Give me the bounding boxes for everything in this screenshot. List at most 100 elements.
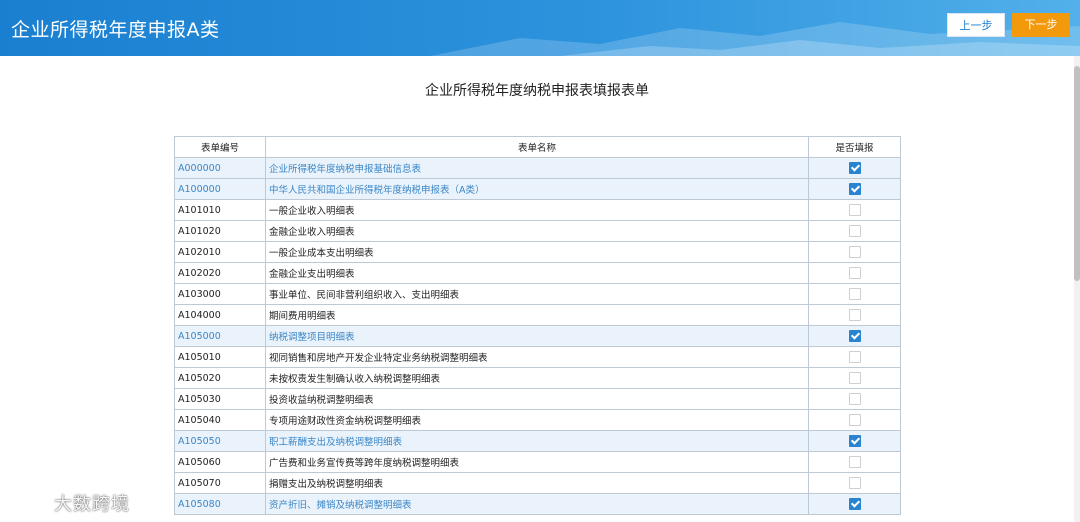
checked-checkbox[interactable] <box>848 162 861 174</box>
previous-step-button[interactable]: 上一步 <box>947 13 1005 37</box>
unchecked-checkbox[interactable] <box>848 225 861 237</box>
fill-status-cell <box>808 157 901 179</box>
table-row[interactable]: A105010 视同销售和房地产开发企业特定业务纳税调整明细表 <box>174 346 901 368</box>
form-name-cell: 金融企业收入明细表 <box>265 220 809 242</box>
table-row[interactable]: A102010 一般企业成本支出明细表 <box>174 241 901 263</box>
fill-status-cell <box>808 346 901 368</box>
table-row[interactable]: A102020 金融企业支出明细表 <box>174 262 901 284</box>
table-row[interactable]: A105060 广告费和业务宣传费等跨年度纳税调整明细表 <box>174 451 901 473</box>
fill-status-cell <box>808 367 901 389</box>
form-name-cell: 事业单位、民间非营利组织收入、支出明细表 <box>265 283 809 305</box>
checked-checkbox[interactable] <box>848 330 861 342</box>
fill-status-cell <box>808 430 901 452</box>
form-code-cell: A101020 <box>174 220 266 242</box>
app-title: 企业所得税年度申报A类 <box>11 19 220 41</box>
form-code-cell: A105020 <box>174 367 266 389</box>
fill-status-cell <box>808 451 901 473</box>
form-code-cell: A105030 <box>174 388 266 410</box>
fill-status-cell <box>808 472 901 494</box>
form-code-cell: A104000 <box>174 304 266 326</box>
checked-checkbox[interactable] <box>848 498 861 510</box>
form-name-cell: 广告费和业务宣传费等跨年度纳税调整明细表 <box>265 451 809 473</box>
watermark-logo-icon <box>10 497 46 514</box>
next-step-button[interactable]: 下一步 <box>1012 13 1070 37</box>
form-code-cell: A101010 <box>174 199 266 221</box>
unchecked-checkbox[interactable] <box>848 393 861 405</box>
fill-status-cell <box>808 178 901 200</box>
form-code-cell: A103000 <box>174 283 266 305</box>
unchecked-checkbox[interactable] <box>848 309 861 321</box>
form-name-cell[interactable]: 职工薪酬支出及纳税调整明细表 <box>265 430 809 452</box>
form-name-cell: 金融企业支出明细表 <box>265 262 809 284</box>
form-name-cell: 未按权责发生制确认收入纳税调整明细表 <box>265 367 809 389</box>
unchecked-checkbox[interactable] <box>848 477 861 489</box>
fill-status-cell <box>808 199 901 221</box>
table-row[interactable]: A105000 纳税调整项目明细表 <box>174 325 901 347</box>
form-name-cell: 期间费用明细表 <box>265 304 809 326</box>
column-header-fill: 是否填报 <box>808 136 901 158</box>
table-row[interactable]: A105020 未按权责发生制确认收入纳税调整明细表 <box>174 367 901 389</box>
unchecked-checkbox[interactable] <box>848 246 861 258</box>
unchecked-checkbox[interactable] <box>848 456 861 468</box>
column-header-code: 表单编号 <box>174 136 266 158</box>
watermark-text: 大数跨境 <box>54 494 130 515</box>
form-code-cell: A102010 <box>174 241 266 263</box>
fill-status-cell <box>808 220 901 242</box>
fill-status-cell <box>808 283 901 305</box>
unchecked-checkbox[interactable] <box>848 288 861 300</box>
form-name-cell[interactable]: 纳税调整项目明细表 <box>265 325 809 347</box>
form-code-cell: A000000 <box>174 157 266 179</box>
watermark: 大数跨境 <box>8 490 130 515</box>
form-code-cell: A105050 <box>174 430 266 452</box>
table-header-row: 表单编号 表单名称 是否填报 <box>174 136 901 158</box>
fill-status-cell <box>808 493 901 515</box>
table-row[interactable]: A105040 专项用途财政性资金纳税调整明细表 <box>174 409 901 431</box>
unchecked-checkbox[interactable] <box>848 372 861 384</box>
form-name-cell[interactable]: 资产折旧、摊销及纳税调整明细表 <box>265 493 809 515</box>
table-row[interactable]: A105030 投资收益纳税调整明细表 <box>174 388 901 410</box>
scrollbar-thumb[interactable] <box>1074 66 1080 281</box>
page-scrollbar[interactable] <box>1074 56 1080 522</box>
form-name-cell[interactable]: 企业所得税年度纳税申报基础信息表 <box>265 157 809 179</box>
page-title: 企业所得税年度纳税申报表填报表单 <box>425 83 649 99</box>
form-name-cell[interactable]: 中华人民共和国企业所得税年度纳税申报表（A类） <box>265 178 809 200</box>
table-row[interactable]: A104000 期间费用明细表 <box>174 304 901 326</box>
fill-status-cell <box>808 409 901 431</box>
fill-status-cell <box>808 388 901 410</box>
table-row[interactable]: A103000 事业单位、民间非营利组织收入、支出明细表 <box>174 283 901 305</box>
form-name-cell: 投资收益纳税调整明细表 <box>265 388 809 410</box>
form-code-cell: A105080 <box>174 493 266 515</box>
fill-status-cell <box>808 325 901 347</box>
form-code-cell: A100000 <box>174 178 266 200</box>
unchecked-checkbox[interactable] <box>848 414 861 426</box>
form-name-cell: 一般企业收入明细表 <box>265 199 809 221</box>
form-name-cell: 专项用途财政性资金纳税调整明细表 <box>265 409 809 431</box>
app-header: 企业所得税年度申报A类 上一步 下一步 <box>0 0 1080 56</box>
form-code-cell: A105010 <box>174 346 266 368</box>
checked-checkbox[interactable] <box>848 435 861 447</box>
fill-status-cell <box>808 304 901 326</box>
unchecked-checkbox[interactable] <box>848 267 861 279</box>
unchecked-checkbox[interactable] <box>848 204 861 216</box>
form-name-cell: 视同销售和房地产开发企业特定业务纳税调整明细表 <box>265 346 809 368</box>
form-code-cell: A105000 <box>174 325 266 347</box>
table-row[interactable]: A000000 企业所得税年度纳税申报基础信息表 <box>174 157 901 179</box>
form-list-table: 表单编号 表单名称 是否填报 A000000 企业所得税年度纳税申报基础信息表 A1… <box>174 136 901 515</box>
column-header-name: 表单名称 <box>265 136 809 158</box>
table-row[interactable]: A101010 一般企业收入明细表 <box>174 199 901 221</box>
form-code-cell: A105040 <box>174 409 266 431</box>
checked-checkbox[interactable] <box>848 183 861 195</box>
table-row[interactable]: A105080 资产折旧、摊销及纳税调整明细表 <box>174 493 901 515</box>
form-code-cell: A105060 <box>174 451 266 473</box>
table-row[interactable]: A101020 金融企业收入明细表 <box>174 220 901 242</box>
table-row[interactable]: A105050 职工薪酬支出及纳税调整明细表 <box>174 430 901 452</box>
fill-status-cell <box>808 241 901 263</box>
fill-status-cell <box>808 262 901 284</box>
table-row[interactable]: A105070 捐赠支出及纳税调整明细表 <box>174 472 901 494</box>
form-name-cell: 一般企业成本支出明细表 <box>265 241 809 263</box>
unchecked-checkbox[interactable] <box>848 351 861 363</box>
form-code-cell: A102020 <box>174 262 266 284</box>
table-row[interactable]: A100000 中华人民共和国企业所得税年度纳税申报表（A类） <box>174 178 901 200</box>
form-name-cell: 捐赠支出及纳税调整明细表 <box>265 472 809 494</box>
form-code-cell: A105070 <box>174 472 266 494</box>
